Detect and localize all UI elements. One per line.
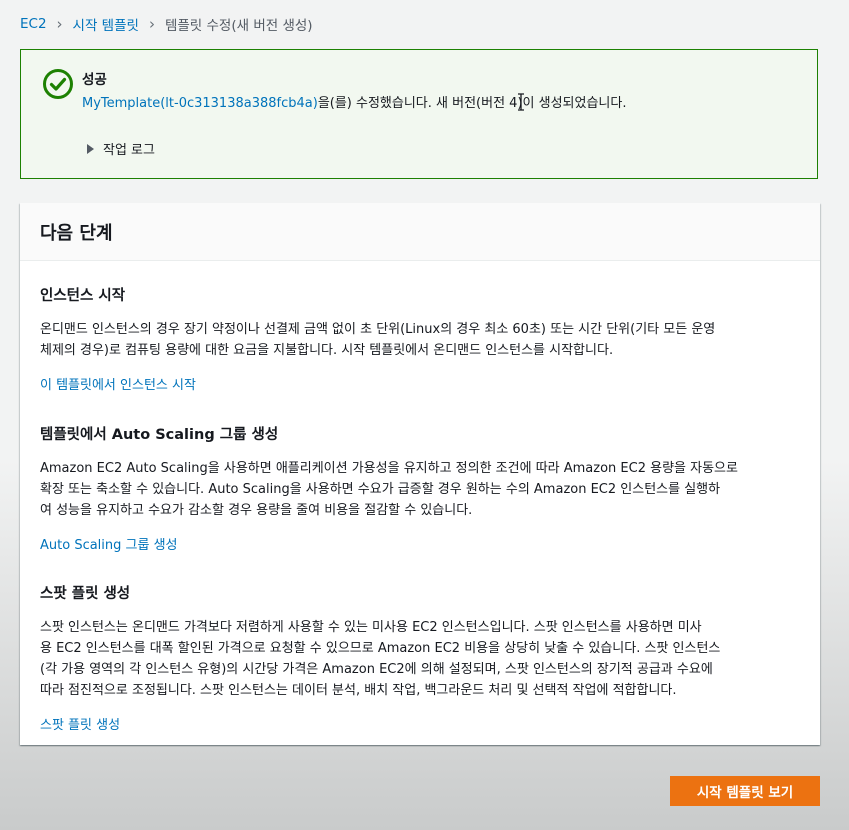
section-description: Amazon EC2 Auto Scaling을 사용하면 애플리케이션 가용성…	[40, 458, 810, 521]
view-launch-templates-button[interactable]: 시작 템플릿 보기	[670, 776, 820, 806]
create-auto-scaling-group-link[interactable]: Auto Scaling 그룹 생성	[40, 534, 178, 553]
create-spot-fleet-link[interactable]: 스팟 플릿 생성	[40, 714, 120, 733]
description-line: Amazon EC2 Auto Scaling을 사용하면 애플리케이션 가용성…	[40, 461, 738, 476]
work-log-expander[interactable]: 작업 로그	[87, 139, 155, 158]
breadcrumb-launch-templates-link[interactable]: 시작 템플릿	[73, 14, 139, 34]
section-description: 스팟 인스턴스는 온디맨드 가격보다 저렴하게 사용할 수 있는 미사용 EC2…	[40, 617, 810, 701]
chevron-right-icon: ›	[148, 15, 155, 33]
section-launch-instance: 인스턴스 시작 온디맨드 인스턴스의 경우 장기 약정이나 선결제 금액 없이 …	[40, 284, 810, 393]
description-line: 용 EC2 인스턴스를 대폭 할인된 가격으로 요청할 수 있으므로 Amazo…	[40, 641, 721, 656]
breadcrumb-ec2-link[interactable]: EC2	[20, 16, 47, 32]
panel-title: 다음 단계	[40, 222, 113, 244]
section-title: 템플릿에서 Auto Scaling 그룹 생성	[40, 427, 279, 443]
success-check-icon	[43, 69, 73, 99]
caret-right-icon	[87, 143, 94, 154]
section-title: 인스턴스 시작	[40, 288, 126, 304]
description-line: 온디맨드 인스턴스의 경우 장기 약정이나 선결제 금액 없이 초 단위(Lin…	[40, 322, 716, 337]
section-description: 온디맨드 인스턴스의 경우 장기 약정이나 선결제 금액 없이 초 단위(Lin…	[40, 319, 810, 361]
section-title: 스팟 플릿 생성	[40, 586, 131, 602]
panel-header: 다음 단계	[20, 203, 820, 261]
breadcrumb: EC2 › 시작 템플릿 › 템플릿 수정(새 버전 생성)	[20, 14, 313, 34]
success-flash-banner: 성공 MyTemplate(lt-0c313138a388fcb4a)을(를) …	[20, 49, 818, 179]
breadcrumb-current: 템플릿 수정(새 버전 생성)	[164, 18, 313, 34]
work-log-label: 작업 로그	[103, 143, 155, 158]
section-spot-fleet: 스팟 플릿 생성 스팟 인스턴스는 온디맨드 가격보다 저렴하게 사용할 수 있…	[40, 582, 810, 733]
description-line: 확장 또는 축소할 수 있습니다. Auto Scaling을 사용하면 수요가…	[40, 482, 721, 497]
section-auto-scaling: 템플릿에서 Auto Scaling 그룹 생성 Amazon EC2 Auto…	[40, 423, 810, 553]
text-cursor-icon	[518, 93, 524, 111]
description-line: 스팟 인스턴스는 온디맨드 가격보다 저렴하게 사용할 수 있는 미사용 EC2…	[40, 620, 702, 635]
next-steps-panel: 다음 단계 인스턴스 시작 온디맨드 인스턴스의 경우 장기 약정이나 선결제 …	[20, 203, 820, 745]
description-line: 따라 점진적으로 조정됩니다. 스팟 인스턴스는 데이터 분석, 배치 작업, …	[40, 683, 677, 698]
flash-message: MyTemplate(lt-0c313138a388fcb4a)을(를) 수정했…	[82, 92, 626, 111]
template-link[interactable]: MyTemplate(lt-0c313138a388fcb4a)	[82, 96, 318, 111]
launch-instance-link[interactable]: 이 템플릿에서 인스턴스 시작	[40, 374, 196, 393]
chevron-right-icon: ›	[56, 15, 63, 33]
flash-message-text: 을(를) 수정했습니다. 새 버전(버전 4)이 생성되었습니다.	[317, 96, 627, 111]
description-line: (각 가용 영역의 각 인스턴스 유형)의 시간당 가격은 Amazon EC2…	[40, 662, 713, 677]
description-line: 체제의 경우)로 컴퓨팅 용량에 대한 요금을 지불합니다. 시작 템플릿에서 …	[40, 343, 614, 358]
flash-title: 성공	[82, 72, 107, 88]
description-line: 여 성능을 유지하고 수요가 감소할 경우 용량을 줄여 비용을 절감할 수 있…	[40, 503, 473, 518]
